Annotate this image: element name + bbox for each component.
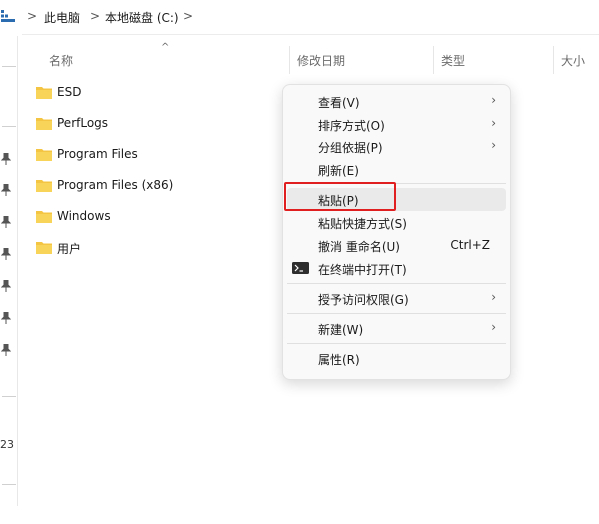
pin-icon — [1, 248, 11, 260]
column-resize-handle[interactable] — [289, 46, 290, 74]
menu-item-label: 查看(V) — [318, 96, 360, 110]
list-item[interactable]: PerfLogs — [30, 111, 280, 137]
list-item[interactable]: Program Files (x86) — [30, 173, 280, 199]
column-resize-handle[interactable] — [433, 46, 434, 74]
pin-icon — [1, 280, 11, 292]
chevron-right-icon: › — [491, 93, 496, 107]
this-pc-icon[interactable] — [1, 10, 17, 22]
column-header-type[interactable]: 类型 — [441, 52, 465, 69]
menu-item-shortcut: Ctrl+Z — [450, 238, 490, 252]
column-resize-handle[interactable] — [553, 46, 554, 74]
pin-icon — [1, 312, 11, 324]
breadcrumb-this-pc[interactable]: 此电脑 — [44, 9, 80, 26]
column-header-name[interactable]: 名称 — [49, 52, 73, 69]
navigation-pane: 23 — [0, 36, 18, 524]
sort-ascending-icon: ^ — [161, 42, 170, 53]
nav-divider — [2, 126, 16, 127]
menu-item-label: 授予访问权限(G) — [318, 293, 409, 307]
nav-divider — [2, 396, 16, 397]
file-name: 用户 — [57, 242, 82, 256]
folder-icon — [36, 87, 52, 99]
list-item[interactable]: Program Files — [30, 142, 280, 168]
column-header-size[interactable]: 大小 — [561, 52, 585, 69]
folder-icon — [36, 211, 52, 223]
list-item[interactable]: Windows — [30, 204, 280, 230]
list-item[interactable]: ESD — [30, 80, 280, 106]
menu-item-open-in-terminal[interactable]: 在终端中打开(T) — [287, 257, 506, 280]
pin-icon — [1, 344, 11, 356]
menu-item-label: 属性(R) — [318, 353, 360, 367]
file-name: Program Files — [57, 147, 138, 161]
menu-item-label: 在终端中打开(T) — [318, 263, 407, 277]
menu-item-properties[interactable]: 属性(R) — [287, 347, 506, 370]
context-menu: 查看(V) › 排序方式(O) › 分组依据(P) › 刷新(E) 粘贴(P) … — [282, 84, 511, 380]
nav-divider — [2, 484, 16, 485]
chevron-right-icon: › — [491, 116, 496, 130]
chevron-right-icon: › — [491, 138, 496, 152]
menu-item-label: 排序方式(O) — [318, 119, 385, 133]
folder-icon — [36, 180, 52, 192]
file-name: Program Files (x86) — [57, 178, 174, 192]
menu-item-refresh[interactable]: 刷新(E) — [287, 158, 506, 181]
folder-icon — [36, 242, 52, 254]
pin-icon — [1, 184, 11, 196]
list-item[interactable]: 用户 — [30, 235, 280, 261]
file-name: ESD — [57, 85, 82, 99]
nav-item-label-partial[interactable]: 23 — [0, 438, 14, 451]
folder-icon — [36, 149, 52, 161]
menu-item-undo-rename[interactable]: 撤消 重命名(U) Ctrl+Z — [287, 234, 506, 257]
header-divider — [22, 34, 599, 35]
pin-icon — [1, 153, 11, 165]
paste-highlight-box — [284, 182, 396, 211]
chevron-right-icon: › — [491, 320, 496, 334]
column-header-modified[interactable]: 修改日期 — [297, 52, 345, 69]
breadcrumb-separator: > — [27, 9, 38, 23]
menu-item-give-access[interactable]: 授予访问权限(G) › — [287, 287, 506, 310]
breadcrumb-separator[interactable]: > — [183, 9, 193, 23]
menu-separator — [287, 313, 506, 314]
menu-item-label: 刷新(E) — [318, 164, 359, 178]
menu-separator — [287, 283, 506, 284]
menu-item-label: 粘贴快捷方式(S) — [318, 217, 407, 231]
address-breadcrumb: > 此电脑 > 本地磁盘 (C:) > — [0, 0, 599, 34]
nav-divider — [2, 66, 16, 67]
breadcrumb-separator: > — [90, 9, 101, 23]
nav-pane-border — [17, 36, 18, 506]
menu-item-view[interactable]: 查看(V) › — [287, 90, 506, 113]
file-name: Windows — [57, 209, 111, 223]
menu-item-label: 分组依据(P) — [318, 141, 383, 155]
menu-item-group-by[interactable]: 分组依据(P) › — [287, 135, 506, 158]
pin-icon — [1, 216, 11, 228]
breadcrumb-drive[interactable]: 本地磁盘 (C:) — [105, 9, 179, 26]
menu-item-paste-shortcut[interactable]: 粘贴快捷方式(S) — [287, 211, 506, 234]
folder-icon — [36, 118, 52, 130]
chevron-right-icon: › — [491, 290, 496, 304]
menu-item-label: 撤消 重命名(U) — [318, 240, 400, 254]
menu-item-sort-by[interactable]: 排序方式(O) › — [287, 113, 506, 136]
file-name: PerfLogs — [57, 116, 109, 130]
menu-item-new[interactable]: 新建(W) › — [287, 317, 506, 340]
menu-item-label: 新建(W) — [318, 323, 364, 337]
terminal-icon — [292, 262, 309, 274]
menu-separator — [287, 343, 506, 344]
